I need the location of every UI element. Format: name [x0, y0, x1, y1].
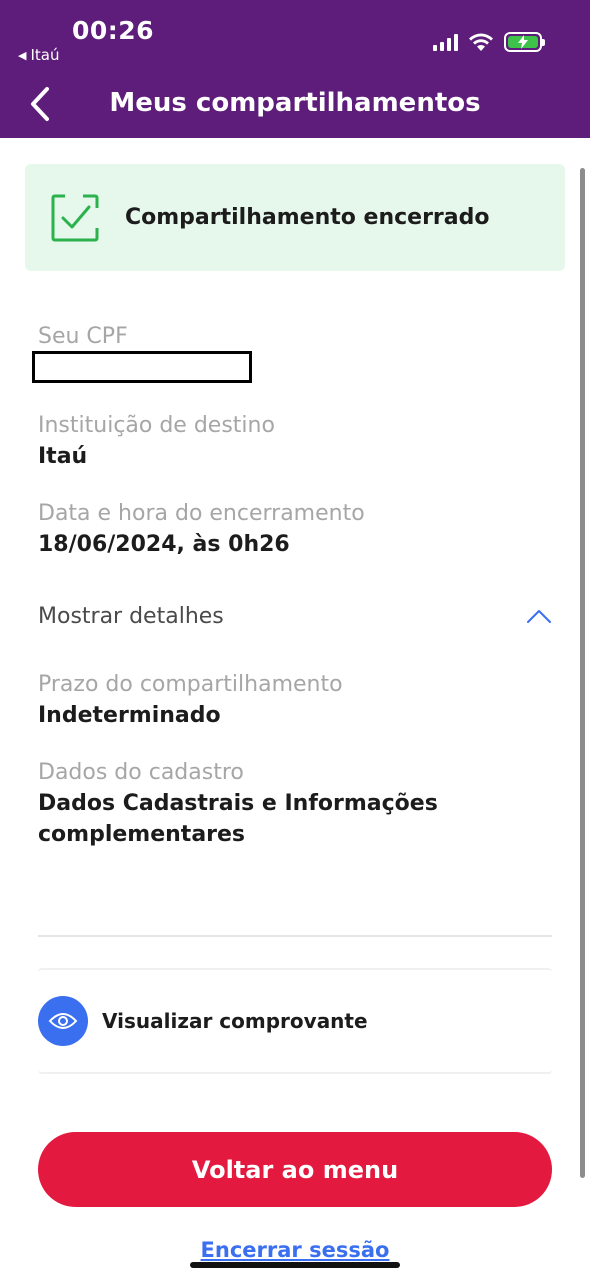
battery-icon [504, 32, 545, 52]
end-date-value: 18/06/2024, às 0h26 [38, 532, 290, 557]
back-to-menu-button[interactable]: Voltar ao menu [38, 1132, 552, 1207]
institution-label: Instituição de destino [38, 413, 275, 438]
checkbox-checked-icon [51, 194, 99, 241]
end-date-field: Data e hora do encerramento 18/06/2024, … [38, 499, 558, 560]
section-divider [38, 935, 552, 937]
registry-label: Dados do cadastro [38, 760, 244, 785]
status-back-label: Itaú [30, 46, 60, 64]
cellular-signal-icon [433, 33, 458, 51]
success-message: Compartilhamento encerrado [125, 205, 490, 230]
view-receipt-button[interactable]: Visualizar comprovante [38, 968, 552, 1074]
status-icons [433, 32, 545, 52]
status-time: 00:26 [72, 16, 155, 45]
show-details-toggle[interactable]: Mostrar detalhes [38, 598, 552, 634]
back-triangle-icon: ◀ [18, 48, 27, 62]
scrollbar[interactable] [580, 168, 585, 1178]
end-date-label: Data e hora do encerramento [38, 501, 365, 526]
success-banner: Compartilhamento encerrado [25, 164, 565, 271]
cpf-label: Seu CPF [38, 324, 128, 349]
cpf-redacted-value [32, 351, 252, 383]
home-indicator[interactable] [190, 1262, 400, 1268]
cpf-field: Seu CPF [38, 322, 558, 352]
wifi-icon [469, 33, 493, 51]
deadline-field: Prazo do compartilhamento Indeterminado [38, 670, 558, 731]
registry-value: Dados Cadastrais e Informações complemen… [38, 791, 438, 847]
status-back-to-app[interactable]: ◀ Itaú [18, 46, 59, 64]
view-receipt-label: Visualizar comprovante [102, 1009, 368, 1033]
registry-field: Dados do cadastro Dados Cadastrais e Inf… [38, 758, 478, 850]
deadline-label: Prazo do compartilhamento [38, 672, 343, 697]
logout-link[interactable]: Encerrar sessão [0, 1238, 590, 1262]
eye-icon [38, 996, 88, 1046]
deadline-value: Indeterminado [38, 703, 221, 728]
chevron-up-icon [527, 610, 551, 623]
page-title: Meus compartilhamentos [109, 88, 481, 118]
show-details-label: Mostrar detalhes [38, 603, 224, 629]
institution-field: Instituição de destino Itaú [38, 411, 558, 472]
institution-value: Itaú [38, 444, 88, 469]
app-header: 00:26 ◀ Itaú Meus compartilhamentos [0, 0, 590, 138]
